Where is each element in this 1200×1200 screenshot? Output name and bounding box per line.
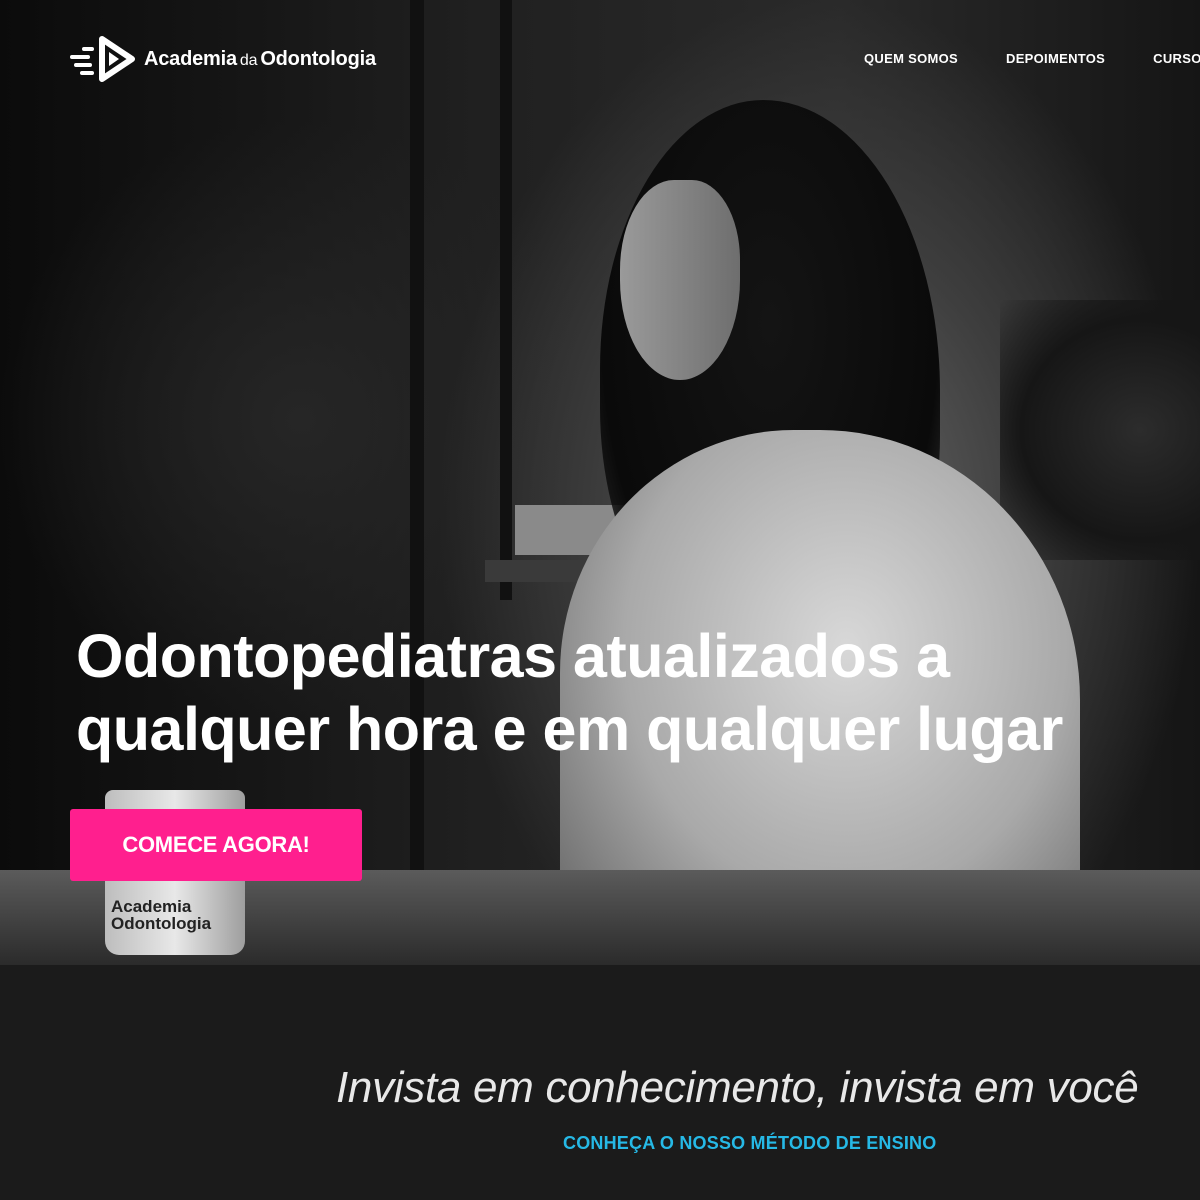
hero-headline-line-1: Odontopediatras atualizados a (76, 622, 950, 690)
logo-text: Academia da Odontologia (144, 48, 376, 71)
mug-text-line-1: Academia (111, 897, 192, 916)
logo-word-academia: Academia (144, 47, 237, 70)
tagline: Invista em conhecimento, invista em você (336, 1063, 1139, 1112)
hero-section: Academia Odontologia Academia da Odontolog… (0, 0, 1200, 965)
nav-quem-somos[interactable]: QUEM SOMOS (864, 51, 958, 66)
mug-text-line-2: Odontologia (111, 914, 212, 933)
main-nav: QUEM SOMOS DEPOIMENTOS CURSOS (864, 51, 1200, 66)
teaching-method-link[interactable]: CONHEÇA O NOSSO MÉTODO DE ENSINO (563, 1133, 936, 1154)
start-now-button[interactable]: COMECE AGORA! (70, 809, 362, 881)
hero-headline: Odontopediatras atualizados a qualquer h… (76, 620, 1063, 766)
lower-section: Invista em conhecimento, invista em você… (0, 965, 1200, 1200)
play-logo-icon (70, 36, 135, 82)
nav-cursos[interactable]: CURSOS (1153, 51, 1200, 66)
logo-word-odontologia: Odontologia (260, 47, 376, 70)
logo[interactable]: Academia da Odontologia (70, 35, 376, 83)
logo-word-da: da (239, 51, 258, 69)
nav-depoimentos[interactable]: DEPOIMENTOS (1006, 51, 1105, 66)
hero-headline-line-2: qualquer hora e em qualquer lugar (76, 695, 1063, 763)
